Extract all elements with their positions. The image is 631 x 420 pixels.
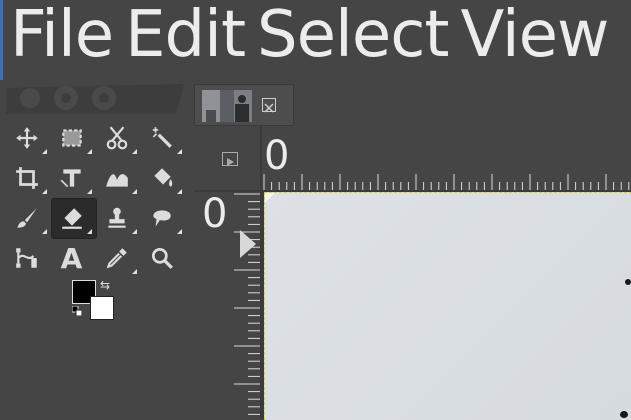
menu-bar: File Edit Select View [0, 0, 631, 70]
tool-grid: A [4, 118, 188, 278]
unified-transform-tool[interactable] [49, 158, 94, 198]
play-icon [227, 158, 234, 166]
warp-transform-tool[interactable] [94, 158, 139, 198]
zoom-tool[interactable] [139, 238, 184, 278]
tool-group-indicator [42, 229, 47, 234]
default-colors-icon[interactable] [72, 306, 82, 316]
rect-select-tool[interactable] [49, 118, 94, 158]
image-thumbnail [202, 90, 252, 122]
color-area: ⇆ [72, 278, 116, 322]
vertical-ruler[interactable]: 0 [194, 192, 260, 419]
tool-group-indicator [177, 229, 182, 234]
tool-group-indicator [87, 149, 92, 154]
rect-select-icon [61, 129, 82, 147]
tool-group-indicator [132, 149, 137, 154]
eraser-icon [61, 208, 82, 229]
move-icon [15, 127, 38, 149]
paths-icon [15, 248, 37, 268]
scissors-select-tool[interactable] [94, 118, 139, 158]
image-tab[interactable] [194, 84, 294, 126]
background-color-swatch[interactable] [90, 296, 114, 320]
tool-group-indicator [132, 229, 137, 234]
clone-stamp-icon [107, 207, 126, 228]
wilber-logo-icon [6, 84, 184, 114]
bucket-fill-tool[interactable] [139, 158, 184, 198]
image-tab-bar [192, 82, 631, 126]
thumbnail-image-icon [202, 90, 252, 122]
horizontal-ruler[interactable]: 0 [262, 126, 631, 190]
bucket-icon [153, 168, 172, 187]
menu-file[interactable]: File [10, 0, 114, 70]
navigate-button[interactable] [222, 152, 238, 166]
menu-select[interactable]: Select [257, 0, 449, 70]
image-detail [625, 279, 631, 285]
ruler-ticks [263, 174, 630, 190]
transform-icon [60, 169, 81, 188]
color-picker-tool[interactable] [94, 238, 139, 278]
tool-group-indicator [177, 189, 182, 194]
tool-group-indicator [177, 149, 182, 154]
tool-group-indicator [42, 149, 47, 154]
smudge-icon [152, 210, 171, 227]
move-tool[interactable] [4, 118, 49, 158]
menu-view[interactable]: View [460, 0, 609, 70]
menu-edit[interactable]: Edit [125, 0, 246, 70]
image-canvas[interactable] [264, 192, 631, 420]
paths-tool[interactable] [4, 238, 49, 278]
crop-icon [15, 167, 38, 189]
paintbrush-icon [16, 208, 37, 228]
tool-group-indicator [87, 229, 92, 234]
tool-group-indicator [132, 269, 137, 274]
clone-tool[interactable] [94, 198, 139, 238]
paintbrush-tool[interactable] [4, 198, 49, 238]
swap-colors-icon[interactable]: ⇆ [100, 278, 110, 292]
tool-group-indicator [87, 189, 92, 194]
image-detail [620, 411, 628, 418]
warp-icon [105, 174, 128, 187]
toolbox: A ⇆ [0, 80, 192, 419]
zoom-icon [151, 247, 173, 269]
crop-tool[interactable] [4, 158, 49, 198]
text-icon: A [60, 241, 83, 275]
eraser-tool[interactable] [49, 198, 97, 239]
ruler-ticks [234, 193, 260, 415]
tool-group-indicator [132, 189, 137, 194]
close-icon[interactable] [262, 98, 276, 113]
smudge-tool[interactable] [139, 198, 184, 238]
scissors-icon [106, 126, 127, 150]
canvas-area: 0 0 [194, 126, 631, 420]
magic-wand-icon [152, 127, 172, 148]
fuzzy-select-tool[interactable] [139, 118, 184, 158]
eyedropper-icon [106, 248, 127, 269]
tool-group-indicator [42, 189, 47, 194]
canvas-corner [265, 193, 275, 203]
ruler-corner [194, 126, 260, 190]
text-tool[interactable]: A [49, 238, 94, 278]
